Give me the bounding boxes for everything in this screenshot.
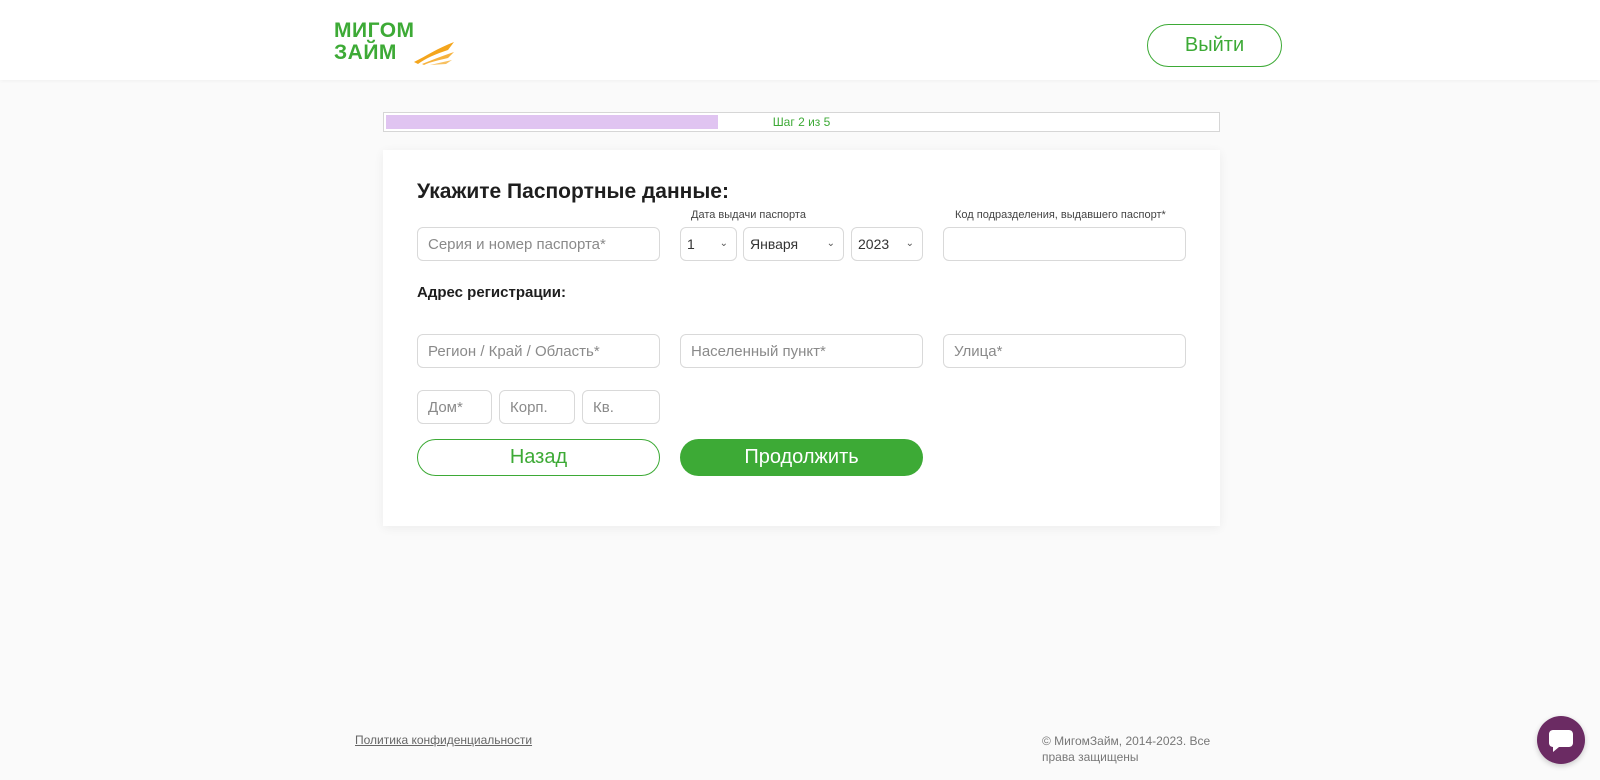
swoosh-icon: [414, 42, 454, 65]
division-code-input[interactable]: [943, 227, 1186, 261]
logo[interactable]: МИГОМ ЗАЙМ: [334, 20, 459, 66]
continue-button[interactable]: Продолжить: [680, 439, 923, 476]
address-section-title: Адрес регистрации:: [417, 284, 566, 301]
logo-line-1: МИГОМ: [334, 19, 415, 42]
issue-date-label: Дата выдачи паспорта: [691, 209, 806, 221]
logout-button[interactable]: Выйти: [1147, 24, 1282, 67]
issue-day-select[interactable]: 1 ⌄: [680, 227, 737, 261]
building-input[interactable]: [499, 390, 575, 424]
issue-year-select[interactable]: 2023 ⌄: [851, 227, 923, 261]
street-input[interactable]: [943, 334, 1186, 368]
chevron-down-icon: ⌄: [719, 238, 728, 249]
house-input[interactable]: [417, 390, 492, 424]
chevron-down-icon: ⌄: [826, 238, 835, 249]
passport-form-card: Укажите Паспортные данные: Дата выдачи п…: [383, 150, 1220, 526]
logo-text: МИГОМ ЗАЙМ: [334, 20, 415, 64]
chat-button[interactable]: [1537, 716, 1585, 764]
issue-month-select[interactable]: Января ⌄: [743, 227, 844, 261]
copyright-text: © МигомЗайм, 2014-2023. Все права защище…: [1042, 734, 1211, 764]
city-input[interactable]: [680, 334, 923, 368]
back-button[interactable]: Назад: [417, 439, 660, 476]
apartment-input[interactable]: [582, 390, 660, 424]
header: МИГОМ ЗАЙМ Выйти: [0, 0, 1600, 80]
issue-day-value: 1: [687, 236, 695, 252]
chevron-down-icon: ⌄: [905, 238, 914, 249]
logo-line-2: ЗАЙМ: [334, 41, 397, 64]
division-code-label: Код подразделения, выдавшего паспорт*: [955, 209, 1166, 221]
progress-label: Шаг 2 из 5: [772, 115, 831, 129]
passport-number-input[interactable]: [417, 227, 660, 261]
form-title: Укажите Паспортные данные:: [417, 180, 729, 203]
issue-month-value: Января: [750, 236, 799, 252]
region-input[interactable]: [417, 334, 660, 368]
step-progress-bar: Шаг 2 из 5: [383, 112, 1220, 132]
privacy-policy-link[interactable]: Политика конфиденциальности: [355, 733, 532, 747]
issue-year-value: 2023: [858, 236, 890, 252]
chat-bubble-icon: [1549, 730, 1573, 752]
